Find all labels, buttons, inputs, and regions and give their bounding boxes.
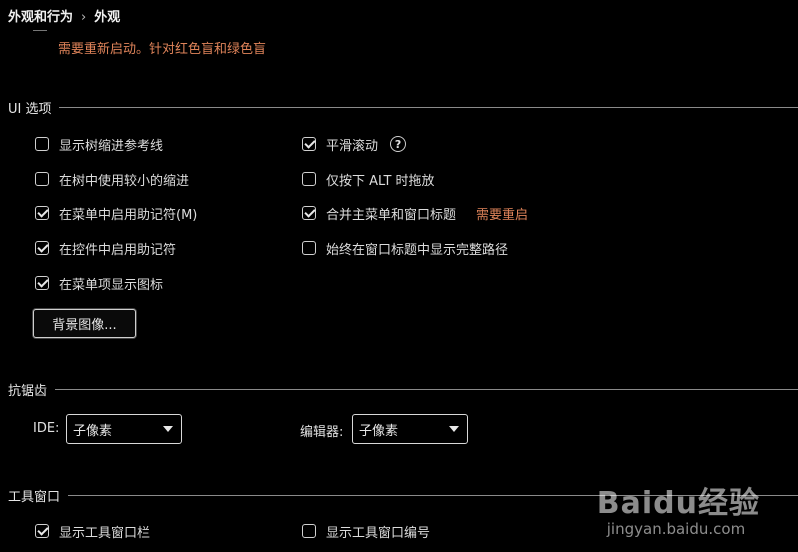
option-label: 在菜单项显示图标 [59,277,164,293]
option-show-tree-indent-guides[interactable]: 显示树缩进参考线 [35,134,163,154]
checkbox[interactable] [302,206,316,220]
option-label: 在树中使用较小的缩进 [59,173,190,189]
option-smaller-tree-indent[interactable]: 在树中使用较小的缩进 [35,169,189,189]
select-value: 子像素 [73,423,113,439]
option-show-tool-window-numbers[interactable]: 显示工具窗口编号 [302,521,430,541]
checkbox[interactable] [35,241,49,255]
section-divider [59,106,798,108]
option-smooth-scrolling[interactable]: 平滑滚动 ? [302,134,407,154]
option-label: 在菜单中启用助记符(M) [59,207,198,223]
breadcrumb: 外观和行为 › 外观 [8,6,120,25]
breadcrumb-parent[interactable]: 外观和行为 [8,10,73,25]
section-divider [55,388,798,390]
checkbox[interactable] [302,137,316,151]
option-label: 始终在窗口标题中显示完整路径 [326,242,509,258]
baidu-watermark: Baidu经验 jingyan.baidu.com [597,478,760,538]
background-image-button[interactable]: 背景图像... [33,309,136,338]
watermark-url: jingyan.baidu.com [606,520,746,538]
option-show-tool-window-bars[interactable]: 显示工具窗口栏 [35,521,150,541]
section-antialiasing: 抗锯齿 [8,380,798,399]
option-label: 仅按下 ALT 时拖放 [326,173,435,189]
option-menu-icons[interactable]: 在菜单项显示图标 [35,273,163,293]
option-dnd-with-alt[interactable]: 仅按下 ALT 时拖放 [302,169,435,189]
editor-label: 编辑器: [300,425,344,440]
restart-required-note: 需要重启 [476,207,529,223]
section-ui-options: UI 选项 [8,98,798,117]
option-label: 合并主菜单和窗口标题 [326,207,457,223]
chevron-down-icon [449,426,459,432]
checkbox[interactable] [35,137,49,151]
restart-note: 需要重新启动。针对红色盲和绿色盲 [58,42,267,57]
section-title-antialiasing: 抗锯齿 [8,383,48,399]
checkbox[interactable] [302,172,316,186]
baidu-logo: Baidu经验 [596,486,760,521]
option-label: 在控件中启用助记符 [59,242,177,258]
checkbox[interactable] [35,206,49,220]
option-menu-mnemonics[interactable]: 在菜单中启用助记符(M) [35,203,197,223]
option-control-mnemonics[interactable]: 在控件中启用助记符 [35,238,176,258]
checkbox[interactable] [302,524,316,538]
chevron-down-icon [163,426,173,432]
divider [33,30,47,31]
option-label: 显示树缩进参考线 [59,138,164,154]
option-label: 平滑滚动 [326,138,379,154]
help-icon[interactable]: ? [390,136,407,152]
ide-antialiasing-select[interactable]: 子像素 [66,414,182,444]
checkbox[interactable] [302,241,316,255]
select-value: 子像素 [359,423,399,439]
option-label: 显示工具窗口编号 [326,525,431,541]
section-title-ui-options: UI 选项 [8,101,52,117]
option-label: 显示工具窗口栏 [59,525,151,541]
checkbox[interactable] [35,172,49,186]
chevron-right-icon: › [81,10,87,25]
breadcrumb-current: 外观 [94,10,121,25]
ide-label: IDE: [33,421,60,436]
option-merge-menu-title[interactable]: 合并主菜单和窗口标题 需要重启 [302,203,528,223]
editor-antialiasing-select[interactable]: 子像素 [352,414,468,444]
section-title-tool-windows: 工具窗口 [8,489,61,505]
checkbox[interactable] [35,276,49,290]
option-full-path-in-title[interactable]: 始终在窗口标题中显示完整路径 [302,238,508,258]
checkbox[interactable] [35,524,49,538]
